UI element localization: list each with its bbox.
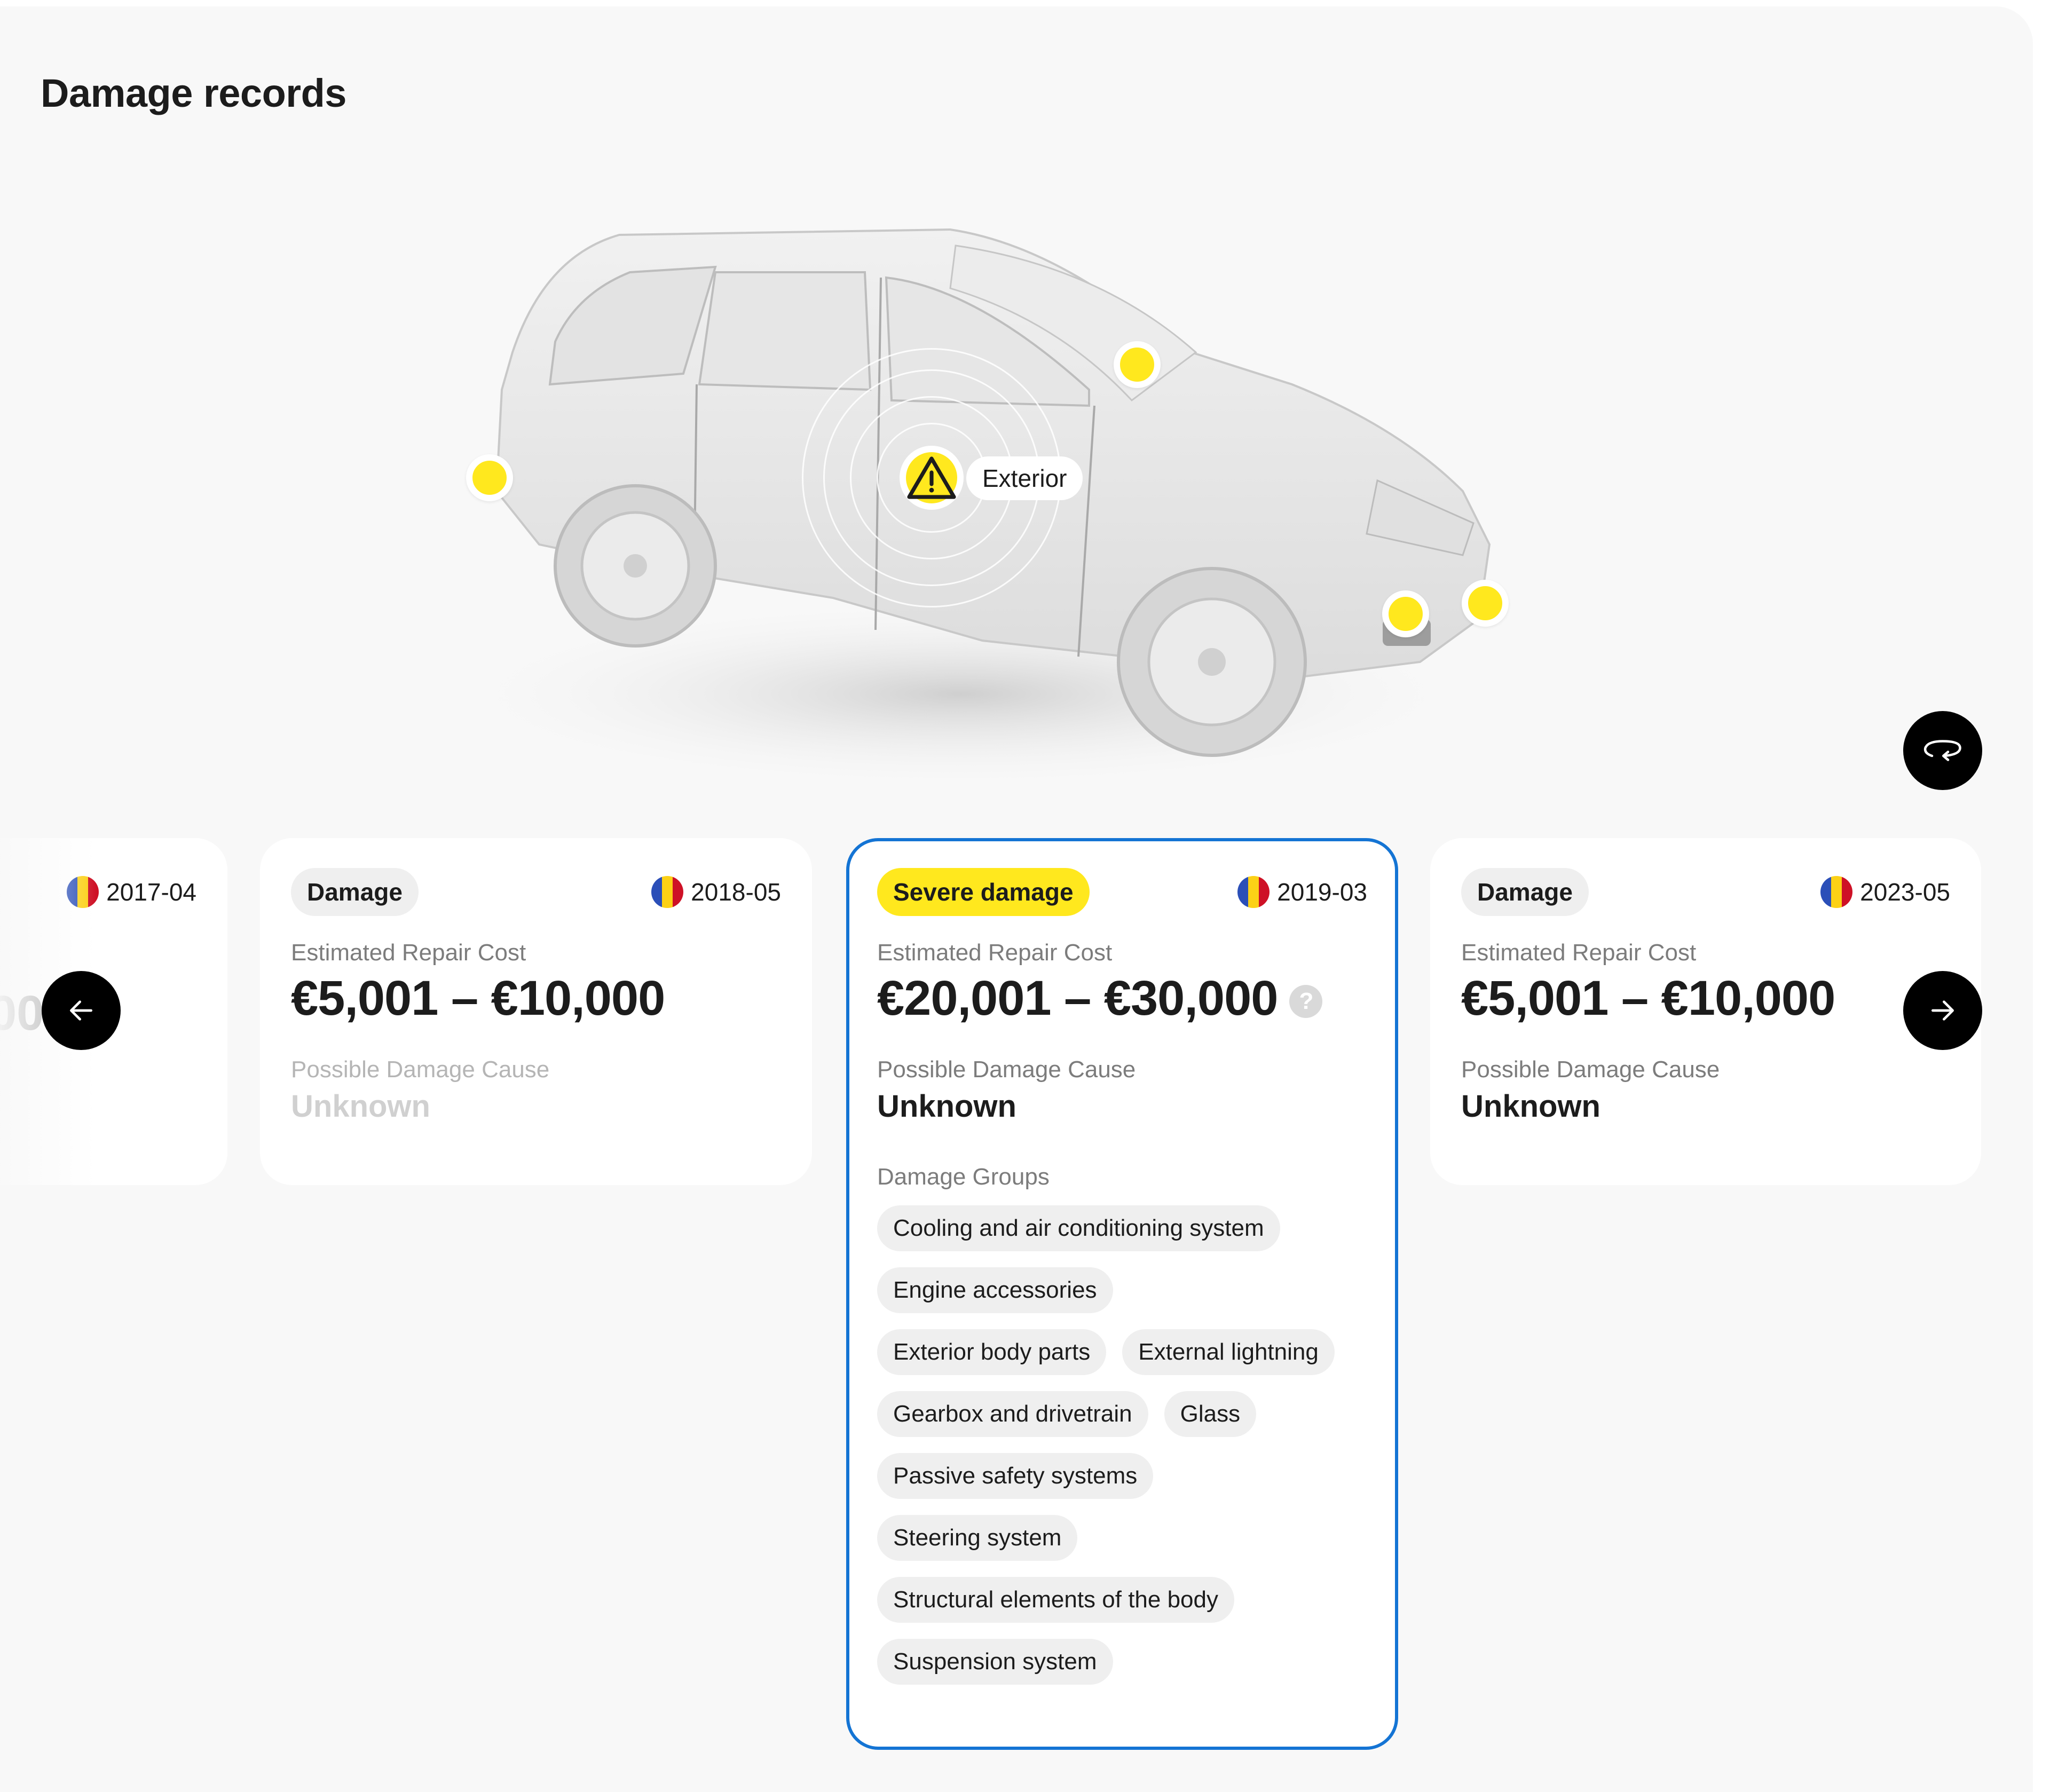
damage-group-chip[interactable]: Suspension system	[877, 1639, 1113, 1685]
damage-group-chip[interactable]: Glass	[1164, 1391, 1257, 1437]
record-date: 2019-03	[1237, 876, 1367, 908]
partial-cost-text: 00	[0, 986, 44, 1040]
damage-groups-label: Damage Groups	[877, 1164, 1050, 1190]
romania-flag-icon	[1820, 876, 1853, 908]
repair-cost-value: €20,001 – €30,000	[877, 971, 1278, 1025]
cost-label: Estimated Repair Cost	[1461, 940, 1697, 966]
repair-cost: €20,001 – €30,000 ?	[877, 970, 1367, 1027]
cost-label: Estimated Repair Cost	[291, 940, 526, 966]
romania-flag-icon	[67, 876, 99, 908]
cause-value: Unknown	[291, 1089, 430, 1124]
damage-group-chip[interactable]: External lightning	[1122, 1329, 1335, 1375]
damage-card-2019-03[interactable]: Severe damage 2019-03 Estimated Repair C…	[846, 838, 1398, 1750]
arrow-left-icon	[70, 1000, 93, 1021]
cost-label: Estimated Repair Cost	[877, 940, 1113, 966]
date-text: 2019-03	[1277, 878, 1367, 906]
cause-label: Possible Damage Cause	[877, 1056, 1136, 1083]
damage-groups-list: Cooling and air conditioning system Engi…	[877, 1205, 1368, 1685]
repair-cost: €5,001 – €10,000	[1461, 970, 1950, 1027]
repair-cost-value: €5,001 – €10,000	[291, 971, 665, 1025]
damage-card-2023-05[interactable]: Damage 2023-05 Estimated Repair Cost €5,…	[1430, 838, 1981, 1185]
hotspot-label: Exterior	[966, 456, 1083, 500]
carousel-next-button[interactable]	[1903, 971, 1982, 1050]
page-title: Damage records	[41, 71, 346, 115]
arrow-right-icon	[1931, 1000, 1954, 1021]
hotspot-roof[interactable]	[1114, 341, 1161, 388]
cause-label: Possible Damage Cause	[291, 1056, 550, 1083]
repair-cost: €5,001 – €10,000	[291, 970, 781, 1027]
date-text: 2023-05	[1860, 878, 1950, 906]
exterior-hotspot[interactable]	[900, 446, 964, 510]
damage-group-chip[interactable]: Cooling and air conditioning system	[877, 1205, 1280, 1251]
car-3d-viewer[interactable]: Exterior	[416, 214, 1559, 806]
damage-group-chip[interactable]: Passive safety systems	[877, 1453, 1154, 1499]
date-text: 2017-04	[106, 878, 196, 906]
rotate-view-button[interactable]	[1903, 711, 1982, 790]
damage-group-chip[interactable]: Structural elements of the body	[877, 1577, 1234, 1623]
damage-group-chip[interactable]: Engine accessories	[877, 1267, 1113, 1313]
front-wheel	[1117, 567, 1307, 757]
rotate-360-icon	[1923, 740, 1961, 761]
record-date: 2018-05	[651, 876, 781, 908]
romania-flag-icon	[651, 876, 684, 908]
carousel-prev-button[interactable]	[42, 971, 121, 1050]
damage-card-2018-05[interactable]: Damage 2018-05 Estimated Repair Cost €5,…	[260, 838, 812, 1185]
damage-group-chip[interactable]: Gearbox and drivetrain	[877, 1391, 1148, 1437]
damage-group-chip[interactable]: Steering system	[877, 1515, 1078, 1561]
cause-value: Unknown	[1461, 1089, 1600, 1124]
hotspot-front-bumper-right[interactable]	[1462, 580, 1509, 627]
cause-label: Possible Damage Cause	[1461, 1056, 1720, 1083]
rear-wheel	[554, 484, 717, 648]
damage-badge: Damage	[1461, 868, 1589, 916]
severe-damage-badge: Severe damage	[877, 868, 1090, 916]
date-text: 2018-05	[691, 878, 781, 906]
romania-flag-icon	[1237, 876, 1270, 908]
cause-value: Unknown	[877, 1089, 1016, 1124]
damage-badge: Damage	[291, 868, 419, 916]
record-date: 2023-05	[1820, 876, 1950, 908]
car-illustration	[438, 228, 1491, 790]
question-mark-icon[interactable]: ?	[1289, 984, 1323, 1018]
damage-group-chip[interactable]: Exterior body parts	[877, 1329, 1107, 1375]
rear-door-window	[698, 271, 872, 391]
repair-cost-value: €5,001 – €10,000	[1461, 971, 1835, 1025]
hotspot-rear[interactable]	[466, 454, 513, 501]
record-date: 2017-04	[67, 876, 196, 908]
hotspot-front-bumper-left[interactable]	[1382, 590, 1429, 637]
warning-triangle-icon	[907, 456, 956, 499]
